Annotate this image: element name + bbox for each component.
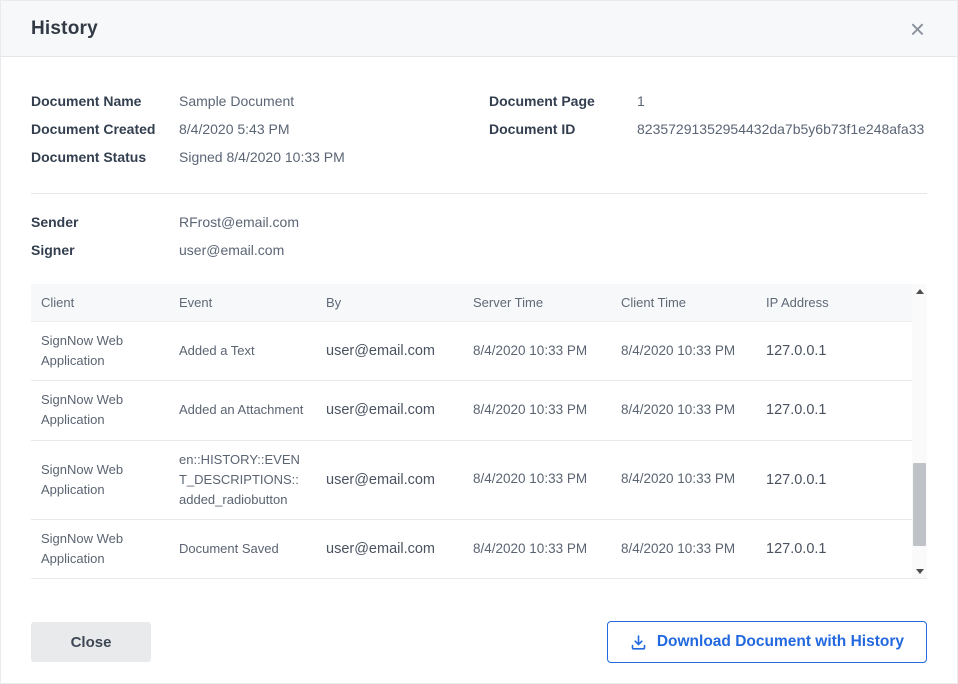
- scrollbar-thumb[interactable]: [913, 463, 926, 546]
- scrollbar-up-icon[interactable]: [912, 284, 927, 298]
- document-id-value: 82357291352954432da7b5y6b73f1e248afa33: [637, 121, 924, 137]
- arrow-up-icon: [916, 289, 924, 294]
- signer-value: user@email.com: [179, 242, 284, 258]
- meta-label: Document Status: [31, 149, 179, 165]
- cell-server-time: 8/4/2020 10:33 PM: [463, 460, 611, 499]
- cell-server-time: 8/4/2020 10:33 PM: [463, 530, 611, 569]
- close-icon[interactable]: ×: [906, 14, 929, 44]
- document-status-value: Signed 8/4/2020 10:33 PM: [179, 149, 345, 165]
- cell-by: user@email.com: [316, 331, 463, 371]
- history-table: Client Event By Server Time Client Time …: [31, 284, 912, 578]
- modal-header: History ×: [1, 1, 957, 57]
- cell-ip-address: 127.0.0.1: [756, 331, 912, 371]
- table-row: SignNow Web Application en::HISTORY::EVE…: [31, 441, 912, 520]
- meta-right-column: Document Page 1 Document ID 823572913529…: [489, 93, 927, 177]
- meta-row-document-status: Document Status Signed 8/4/2020 10:33 PM: [31, 149, 489, 177]
- table-row: SignNow Web Application Added an Attachm…: [31, 381, 912, 440]
- table-body: SignNow Web Application Added a Text use…: [31, 322, 912, 578]
- document-meta: Document Name Sample Document Document C…: [31, 93, 927, 177]
- cell-client: SignNow Web Application: [31, 322, 169, 380]
- close-button[interactable]: Close: [31, 622, 151, 662]
- parties-section: Sender RFrost@email.com Signer user@emai…: [31, 214, 927, 270]
- cell-server-time: 8/4/2020 10:33 PM: [463, 332, 611, 371]
- column-header-client: Client: [31, 295, 169, 310]
- history-table-wrap: Client Event By Server Time Client Time …: [31, 284, 927, 579]
- table-header-row: Client Event By Server Time Client Time …: [31, 284, 912, 322]
- sender-row: Sender RFrost@email.com: [31, 214, 927, 242]
- download-icon: [630, 634, 647, 651]
- meta-row-document-created: Document Created 8/4/2020 5:43 PM: [31, 121, 489, 149]
- document-name-value: Sample Document: [179, 93, 294, 109]
- signer-row: Signer user@email.com: [31, 242, 927, 270]
- table-row: SignNow Web Application Document Saved u…: [31, 520, 912, 578]
- column-header-ip-address: IP Address: [756, 295, 912, 310]
- modal-body: Document Name Sample Document Document C…: [1, 57, 957, 621]
- cell-client-time: 8/4/2020 10:33 PM: [611, 460, 756, 499]
- cell-ip-address: 127.0.0.1: [756, 529, 912, 569]
- arrow-down-icon: [916, 569, 924, 574]
- cell-event: Document Saved: [169, 530, 316, 568]
- modal-footer: Close Download Document with History: [1, 621, 957, 683]
- download-button-label: Download Document with History: [657, 633, 904, 651]
- cell-client-time: 8/4/2020 10:33 PM: [611, 332, 756, 371]
- cell-client: SignNow Web Application: [31, 451, 169, 509]
- history-modal: History × Document Name Sample Document …: [0, 0, 958, 684]
- scrollbar-down-icon[interactable]: [912, 564, 927, 578]
- column-header-by: By: [316, 295, 463, 310]
- meta-row-document-name: Document Name Sample Document: [31, 93, 489, 121]
- scrollbar-track[interactable]: [912, 298, 927, 564]
- cell-ip-address: 127.0.0.1: [756, 390, 912, 430]
- meta-label: Document Created: [31, 121, 179, 137]
- meta-label: Document ID: [489, 121, 637, 137]
- cell-server-time: 8/4/2020 10:33 PM: [463, 391, 611, 430]
- column-header-server-time: Server Time: [463, 295, 611, 310]
- signer-label: Signer: [31, 242, 179, 258]
- cell-client-time: 8/4/2020 10:33 PM: [611, 391, 756, 430]
- cell-event: en::HISTORY::EVENT_DESCRIPTIONS::added_r…: [169, 441, 316, 519]
- cell-by: user@email.com: [316, 529, 463, 569]
- document-created-value: 8/4/2020 5:43 PM: [179, 121, 290, 137]
- document-page-value: 1: [637, 93, 645, 109]
- cell-client: SignNow Web Application: [31, 381, 169, 439]
- cell-event: Added an Attachment: [169, 391, 316, 429]
- column-header-client-time: Client Time: [611, 295, 756, 310]
- column-header-event: Event: [169, 295, 316, 310]
- meta-label: Document Name: [31, 93, 179, 109]
- download-document-with-history-button[interactable]: Download Document with History: [607, 621, 927, 663]
- cell-by: user@email.com: [316, 460, 463, 500]
- meta-label: Document Page: [489, 93, 637, 109]
- meta-row-document-id: Document ID 82357291352954432da7b5y6b73f…: [489, 121, 927, 149]
- cell-by: user@email.com: [316, 390, 463, 430]
- divider: [31, 193, 927, 194]
- cell-ip-address: 127.0.0.1: [756, 460, 912, 500]
- sender-value: RFrost@email.com: [179, 214, 299, 230]
- meta-row-document-page: Document Page 1: [489, 93, 927, 121]
- cell-event: Added a Text: [169, 332, 316, 370]
- meta-left-column: Document Name Sample Document Document C…: [31, 93, 489, 177]
- sender-label: Sender: [31, 214, 179, 230]
- cell-client-time: 8/4/2020 10:33 PM: [611, 530, 756, 569]
- cell-client: SignNow Web Application: [31, 520, 169, 578]
- modal-title: History: [31, 18, 98, 40]
- table-scrollbar[interactable]: [912, 284, 927, 578]
- table-row: SignNow Web Application Added a Text use…: [31, 322, 912, 381]
